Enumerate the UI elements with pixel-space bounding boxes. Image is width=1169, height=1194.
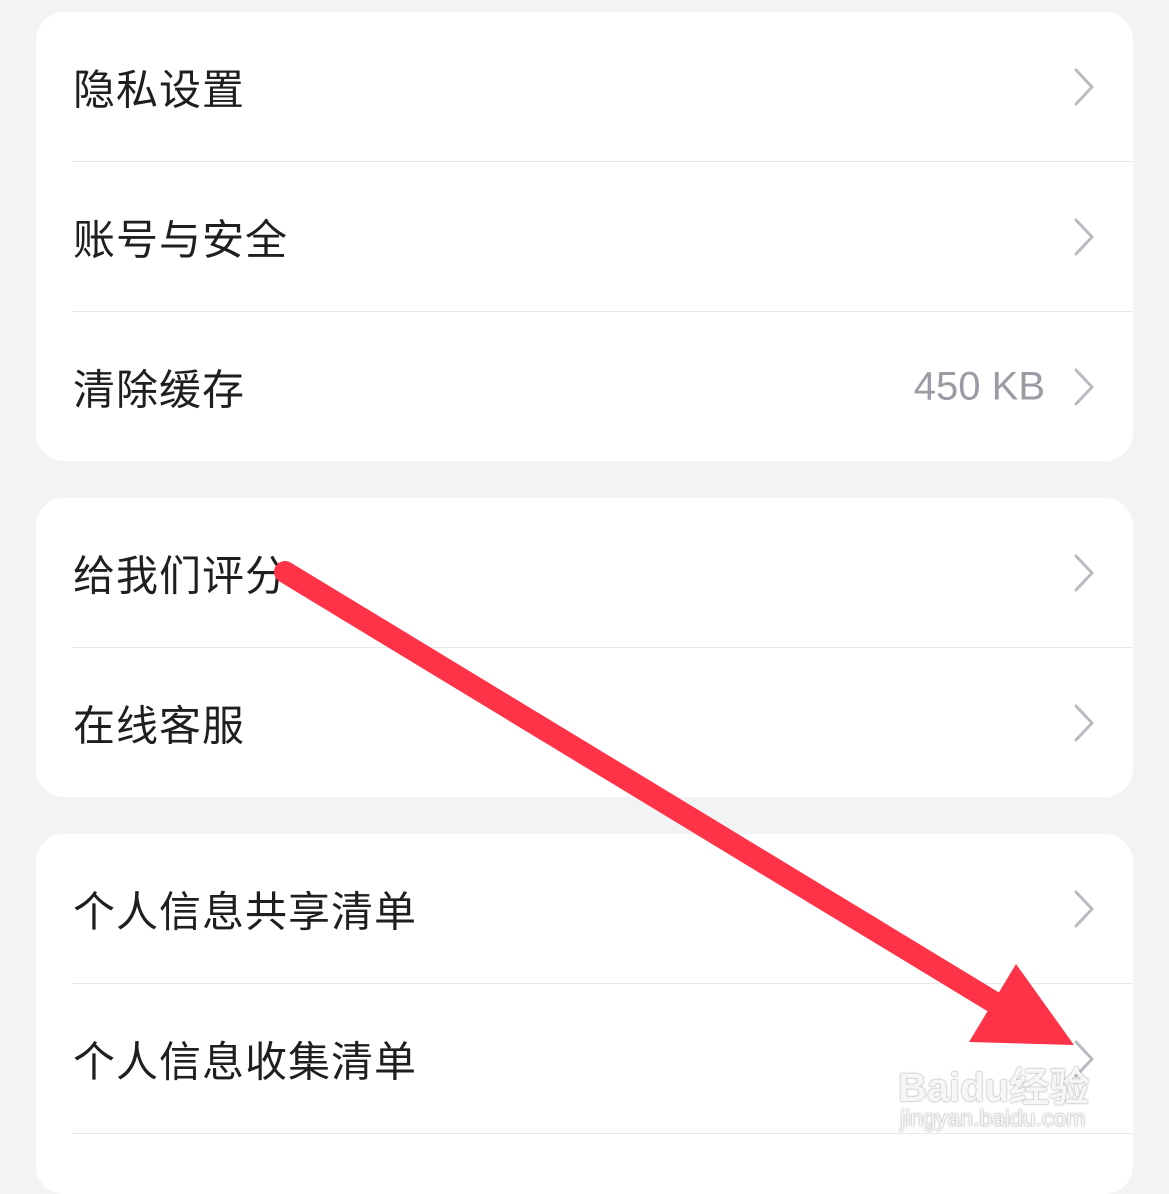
cache-size-value: 450 KB: [913, 364, 1045, 409]
online-support-label: 在线客服: [73, 701, 246, 751]
settings-group-support: 给我们评分 在线客服: [36, 498, 1133, 797]
account-security-label: 账号与安全: [73, 215, 289, 265]
settings-group-personal-info: 个人信息共享清单 个人信息收集清单: [36, 834, 1133, 1194]
settings-group-general: 隐私设置 账号与安全 清除缓存 450 KB: [36, 12, 1133, 461]
clear-cache-label: 清除缓存: [73, 365, 246, 415]
row-divider: [72, 1133, 1133, 1134]
chevron-right-icon: [1074, 368, 1094, 406]
chevron-right-icon: [1074, 218, 1094, 256]
info-collection-list-row[interactable]: 个人信息收集清单: [36, 984, 1133, 1134]
clear-cache-row[interactable]: 清除缓存 450 KB: [36, 312, 1133, 461]
chevron-right-icon: [1074, 1040, 1094, 1078]
chevron-right-icon: [1074, 68, 1094, 106]
chevron-right-icon: [1074, 704, 1094, 742]
privacy-settings-row[interactable]: 隐私设置: [36, 12, 1133, 162]
rate-us-row[interactable]: 给我们评分: [36, 498, 1133, 648]
privacy-settings-label: 隐私设置: [73, 65, 246, 115]
rate-us-label: 给我们评分: [73, 551, 289, 601]
chevron-right-icon: [1074, 554, 1094, 592]
info-sharing-list-row[interactable]: 个人信息共享清单: [36, 834, 1133, 984]
chevron-right-icon: [1074, 890, 1094, 928]
account-security-row[interactable]: 账号与安全: [36, 162, 1133, 312]
info-collection-list-label: 个人信息收集清单: [73, 1037, 418, 1087]
online-support-row[interactable]: 在线客服: [36, 648, 1133, 797]
info-sharing-list-label: 个人信息共享清单: [73, 887, 418, 937]
